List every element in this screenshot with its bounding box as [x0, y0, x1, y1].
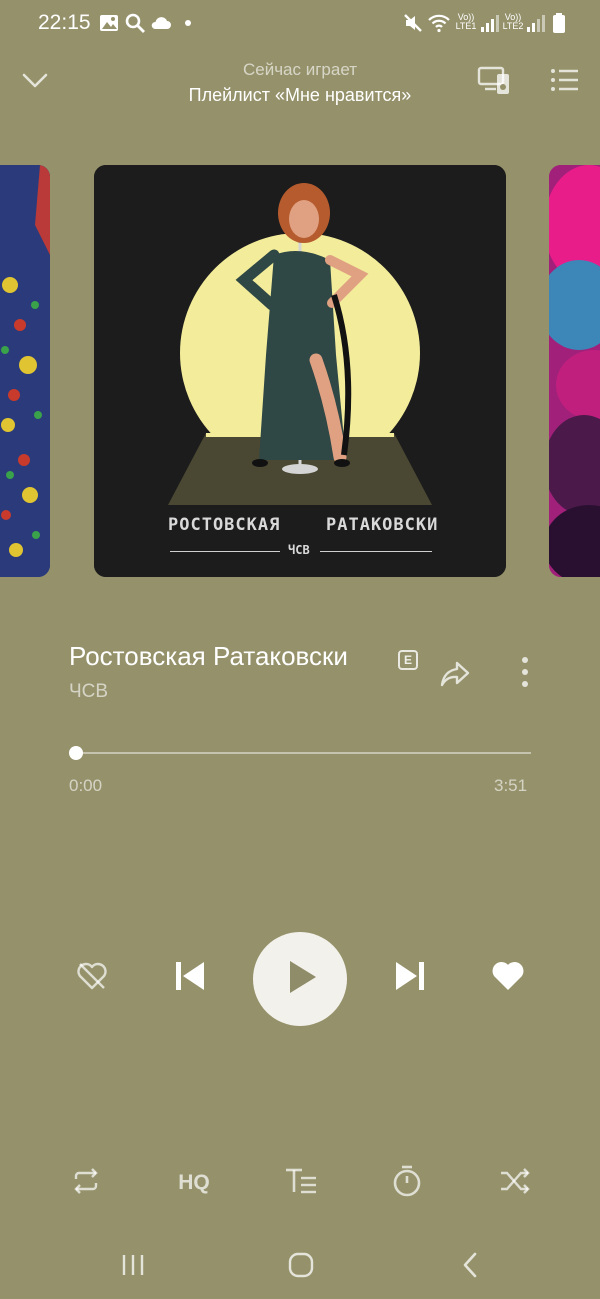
previous-track-cover[interactable]	[0, 165, 50, 577]
dislike-button[interactable]	[68, 954, 116, 1002]
explicit-badge: E	[398, 650, 418, 670]
like-button[interactable]	[484, 954, 532, 1002]
like-heart-icon	[491, 961, 525, 996]
current-time: 0:00	[69, 776, 103, 795]
status-time: 22:15	[38, 11, 91, 34]
share-button[interactable]	[433, 652, 477, 696]
gallery-icon	[98, 12, 120, 34]
next-track-cover[interactable]	[549, 165, 600, 577]
battery-icon	[548, 12, 570, 34]
dot-icon	[178, 12, 200, 34]
cast-devices-icon	[476, 64, 512, 96]
more-options-button[interactable]	[503, 650, 547, 694]
cover-text-left: РОСТОВСКАЯ	[168, 515, 281, 535]
more-vertical-icon	[520, 656, 530, 688]
total-duration: 3:51	[494, 776, 528, 795]
shuffle-icon	[499, 1167, 531, 1200]
previous-cover-art	[0, 165, 50, 577]
previous-button[interactable]	[166, 954, 214, 1002]
sim2-label: Vo)) LTE2	[502, 12, 524, 31]
cloud-icon	[150, 12, 172, 34]
repeat-button[interactable]	[62, 1159, 110, 1207]
dislike-icon	[75, 961, 109, 996]
play-icon	[282, 960, 318, 999]
queue-list-icon	[550, 67, 580, 93]
shuffle-button[interactable]	[491, 1159, 539, 1207]
track-artist[interactable]: ЧСВ	[69, 681, 108, 703]
cover-divider-right	[320, 551, 432, 552]
repeat-icon	[70, 1167, 102, 1200]
album-cover[interactable]: РОСТОВСКАЯ РАТАКОВСКИ ЧСВ	[94, 165, 506, 577]
timer-icon	[392, 1165, 422, 1202]
signal-icon	[524, 12, 546, 34]
queue-button[interactable]	[543, 58, 587, 102]
album-cover-art	[94, 165, 506, 577]
sim1-label: Vo)) LTE1	[455, 12, 477, 31]
home-icon	[287, 1251, 315, 1284]
cover-divider-left	[170, 551, 280, 552]
signal-icon	[478, 12, 500, 34]
recent-apps-button[interactable]	[109, 1243, 157, 1291]
lyrics-button[interactable]	[277, 1159, 325, 1207]
cover-text-right: РАТАКОВСКИ	[326, 515, 439, 535]
recent-apps-icon	[120, 1253, 146, 1282]
wifi-icon	[428, 12, 450, 34]
next-button[interactable]	[386, 954, 434, 1002]
sleep-timer-button[interactable]	[383, 1159, 431, 1207]
mute-icon	[402, 12, 424, 34]
play-button[interactable]	[253, 932, 347, 1026]
progress-knob[interactable]	[69, 746, 83, 760]
home-button[interactable]	[277, 1243, 325, 1291]
track-title: Ростовская Ратаковски	[69, 641, 348, 671]
search-icon	[124, 12, 146, 34]
hq-button[interactable]: HQ	[170, 1159, 218, 1207]
status-bar: 22:15 Vo)) LTE1 Vo)) LTE2	[0, 0, 600, 48]
previous-icon	[174, 960, 206, 997]
share-icon	[439, 660, 471, 688]
back-button[interactable]	[446, 1243, 494, 1291]
next-icon	[394, 960, 426, 997]
lyrics-icon	[284, 1167, 318, 1200]
cast-devices-button[interactable]	[472, 58, 516, 102]
progress-track[interactable]	[76, 752, 531, 754]
cover-artist: ЧСВ	[288, 543, 310, 557]
next-cover-art	[549, 165, 600, 577]
back-icon	[460, 1251, 480, 1284]
hq-label: HQ	[178, 1171, 210, 1194]
